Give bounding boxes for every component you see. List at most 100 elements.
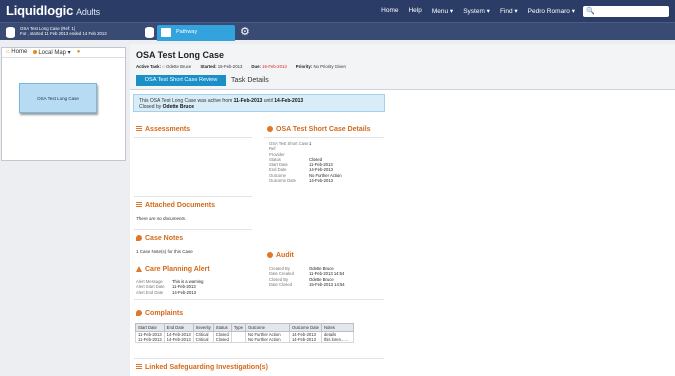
comment-icon — [136, 235, 142, 241]
nav-help[interactable]: Help — [408, 7, 421, 15]
case-notes-heading[interactable]: Case Notes — [136, 235, 183, 242]
search-input[interactable]: 🔍 — [583, 6, 669, 17]
complaints-label: Complaints — [145, 310, 184, 317]
column-header[interactable]: End Date — [163, 323, 194, 332]
local-map-label: Local Map ▾ — [38, 50, 71, 56]
detail-key: Outcome Date — [269, 178, 296, 184]
column-header[interactable]: Type — [230, 323, 246, 332]
case-meta: Active Task: ○ Odette Bruce Started: 15-… — [136, 64, 346, 69]
due-label: Due: — [251, 64, 261, 69]
page-title: OSA Test Long Case — [136, 50, 225, 60]
complaint-icon — [136, 310, 142, 316]
banner-line-2: Closed by Odette Bruce — [139, 104, 379, 110]
banner-from: 11-Feb-2013 — [233, 98, 263, 104]
table-cell: Closed — [212, 337, 232, 343]
nav-menu[interactable]: Menu ▾ — [432, 7, 453, 15]
short-case-details-label: OSA Test Short Case Details — [276, 126, 371, 133]
case-header: OSA Test Long Case Active Task: ○ Odette… — [130, 44, 675, 90]
app-logo[interactable]: Liquidlogic Adults — [6, 3, 100, 18]
logo-text: Liquidlogic — [6, 3, 74, 18]
column-header[interactable]: Severity — [192, 323, 214, 332]
started-value: 15-Feb-2013 — [217, 64, 243, 69]
active-task-value[interactable]: Odette Bruce — [166, 64, 191, 69]
database-icon — [145, 27, 154, 38]
care-alert-heading[interactable]: Care Planning Alert — [136, 266, 210, 273]
home-label: Home — [11, 49, 28, 55]
short-case-details-heading[interactable]: OSA Test Short Case Details — [267, 126, 371, 133]
home-link[interactable]: ⌂ Home — [6, 49, 27, 56]
tab-short-case-review[interactable]: OSA Test Short Case Review — [136, 75, 226, 86]
map-icon — [33, 50, 38, 54]
attached-docs-heading[interactable]: Attached Documents — [136, 202, 215, 209]
left-nav-header: ⌂ Home Local Map ▾ ● — [2, 48, 125, 58]
column-header[interactable]: Start Date — [135, 323, 165, 332]
column-header[interactable]: Notes — [320, 323, 354, 332]
warning-icon — [136, 266, 142, 272]
case-dates: For , started 11 Feb 2013 ended 14 Feb 2… — [20, 31, 107, 37]
alert-key: Alert End Date — [136, 289, 164, 295]
assessment-icon — [136, 126, 142, 132]
table-cell: this loren...... — [320, 337, 354, 343]
assessments-heading[interactable]: Assessments — [136, 126, 190, 133]
case-notes-label: Case Notes — [145, 235, 184, 242]
divider — [134, 358, 384, 359]
closed-by-label: Closed by — [139, 104, 163, 110]
safeguarding-heading[interactable]: Linked Safeguarding Investigation(s) — [136, 364, 268, 371]
column-header[interactable]: Status — [212, 323, 232, 332]
case-bar: OSA Test Long Case (Ref: 1) For , starte… — [0, 22, 675, 41]
document-icon — [136, 202, 142, 208]
local-map-dropdown[interactable]: Local Map ▾ — [33, 49, 71, 56]
started-label: Started: — [200, 64, 217, 69]
column-header[interactable]: Outcome Date — [288, 323, 322, 332]
settings-button[interactable]: ⚙ — [240, 25, 252, 38]
gear-icon: ⚙ — [240, 26, 250, 38]
map-node[interactable]: OSA Test Long Case — [19, 83, 97, 113]
pin-icon[interactable]: ● — [77, 49, 81, 56]
left-nav: ⌂ Home Local Map ▾ ● OSA Test Long Case — [1, 47, 126, 161]
no-documents-text: There are no documents. — [136, 216, 187, 221]
table-cell: 14-Feb-2013 — [288, 337, 322, 343]
case-notes-link[interactable]: 1 Case Note(s) for this Case — [136, 249, 193, 254]
database-icon — [6, 27, 15, 38]
safeguarding-label: Linked Safeguarding Investigation(s) — [145, 364, 268, 371]
audit-key: Date Closed — [269, 281, 293, 287]
care-alert-label: Care Planning Alert — [145, 266, 210, 273]
audit-label: Audit — [276, 252, 294, 259]
banner-mid: until — [262, 98, 275, 104]
column-header[interactable]: Outcome — [244, 323, 290, 332]
case-summary[interactable]: OSA Test Long Case (Ref: 1) For , starte… — [20, 26, 107, 37]
case-active-banner: This OSA Test Long Case was active from … — [133, 94, 385, 112]
detail-value: 14-Feb-2013 — [309, 178, 333, 184]
closed-by-value: Odette Bruce — [162, 104, 195, 110]
audit-icon — [267, 252, 273, 258]
nav-home[interactable]: Home — [381, 7, 398, 15]
link-icon — [136, 364, 142, 370]
priority-value: No Priority Given — [313, 64, 346, 69]
app-name: Adults — [76, 7, 100, 17]
priority-label: Priority: — [295, 64, 313, 69]
pathway-label: Pathway — [176, 29, 198, 35]
pathway-tab[interactable]: Pathway — [157, 25, 235, 41]
table-row[interactable]: 11-Feb-2013 14-Feb-2013 Critical Closed … — [135, 337, 354, 343]
nav-find[interactable]: Find ▾ — [500, 7, 518, 15]
alert-value: 14-Feb-2013 — [172, 289, 196, 295]
audit-value: 15-Feb-2013 14:54 — [309, 281, 345, 287]
divider — [134, 137, 252, 138]
search-icon: 🔍 — [586, 8, 595, 15]
table-cell: No Further Action — [244, 337, 290, 343]
audit-heading[interactable]: Audit — [267, 252, 294, 259]
priority: Priority: No Priority Given — [296, 64, 346, 69]
nav-system[interactable]: System ▾ — [463, 7, 490, 15]
top-nav: Home Help Menu ▾ System ▾ Find ▾ Pedro R… — [381, 7, 575, 15]
short-case-details: OSA Test Short Case 1 Ref Provider Status… — [269, 141, 342, 183]
complaints-heading[interactable]: Complaints — [136, 310, 183, 317]
nav-user[interactable]: Pedro Romaro ▾ — [528, 7, 575, 15]
due-value: 15-Feb-2013 — [262, 64, 287, 69]
table-header-row: Start Date End Date Severity Status Type… — [135, 323, 354, 332]
banner-to: 14-Feb-2013 — [274, 98, 304, 104]
divider — [134, 299, 384, 300]
divider — [134, 196, 252, 197]
main-panel: OSA Test Long Case Active Task: ○ Odette… — [130, 44, 675, 376]
tab-task-details[interactable]: Task Details — [231, 75, 269, 86]
top-bar: Liquidlogic Adults Home Help Menu ▾ Syste… — [0, 0, 675, 22]
